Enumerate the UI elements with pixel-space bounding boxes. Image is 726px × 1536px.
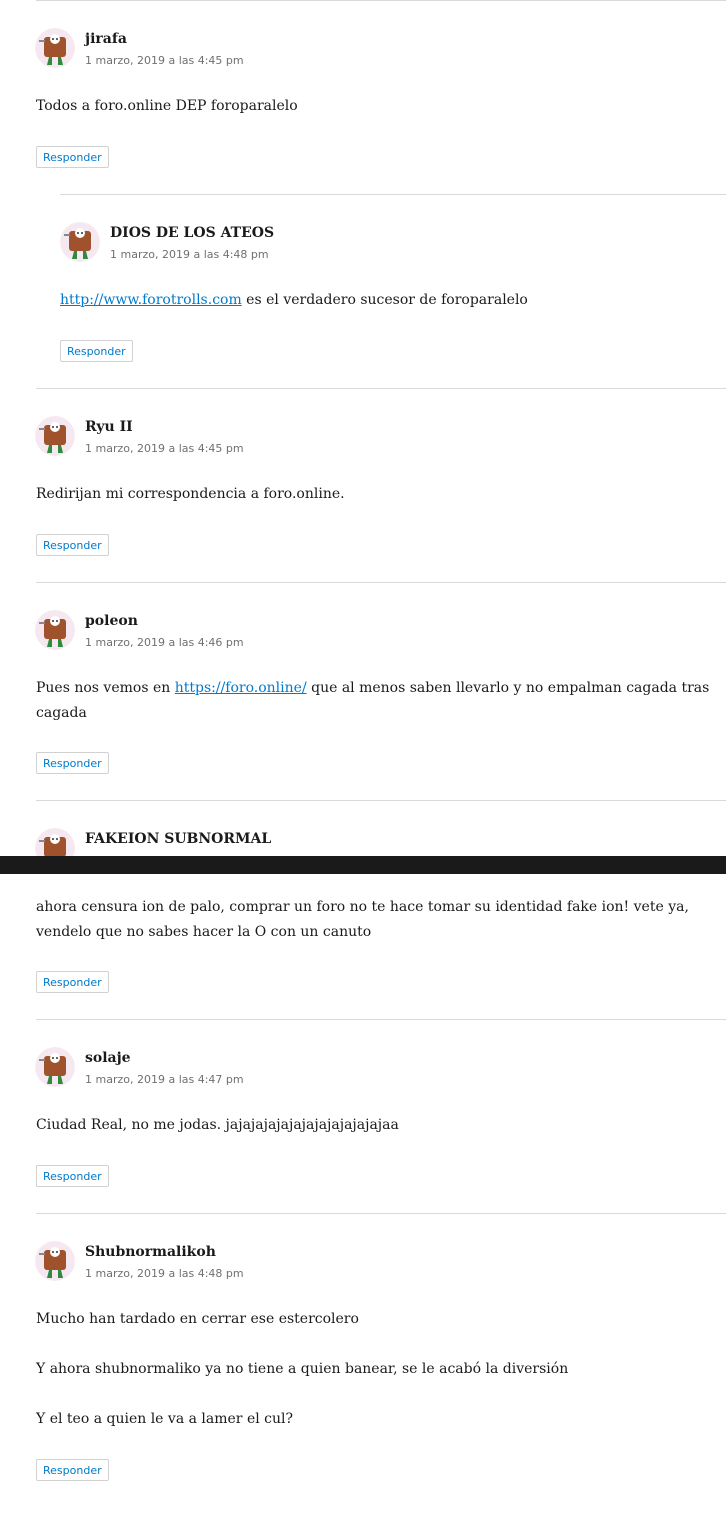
comment-text: http://www.forotrolls.com es el verdader…	[60, 288, 528, 313]
comment-author[interactable]: jirafa	[85, 30, 127, 48]
comment-date[interactable]: 1 marzo, 2019 a las 4:45 pm	[85, 54, 244, 68]
comment-divider	[36, 582, 726, 583]
comment-divider	[36, 800, 726, 801]
monster-avatar-icon[interactable]	[35, 1047, 75, 1087]
comment-text-after-link: es el verdadero sucesor de foroparalelo	[241, 292, 528, 308]
comment-author[interactable]: Shubnormalikoh	[85, 1243, 216, 1261]
comment-divider	[36, 0, 726, 1]
monster-avatar-icon[interactable]	[35, 1241, 75, 1281]
reply-button[interactable]: Responder	[36, 752, 109, 774]
comment-author[interactable]: Ryu II	[85, 418, 133, 436]
monster-avatar-icon[interactable]	[60, 222, 100, 262]
comment-divider	[36, 1019, 726, 1020]
comment-text: Redirijan mi correspondencia a foro.onli…	[36, 486, 345, 502]
comment-author[interactable]: DIOS DE LOS ATEOS	[110, 224, 274, 242]
comment-text: Y el teo a quien le va a lamer el cul?	[36, 1411, 293, 1427]
comment-text: Todos a foro.online DEP foroparalelo	[36, 98, 298, 114]
comment-author[interactable]: FAKEION SUBNORMAL	[85, 830, 271, 848]
reply-button[interactable]: Responder	[60, 340, 133, 362]
comment-date[interactable]: 1 marzo, 2019 a las 4:46 pm	[85, 636, 244, 650]
comment-link[interactable]: http://www.forotrolls.com	[60, 292, 242, 308]
comment-text: Y ahora shubnormaliko ya no tiene a quie…	[36, 1361, 569, 1377]
comment-text: Mucho han tardado en cerrar ese estercol…	[36, 1311, 359, 1327]
reply-button[interactable]: Responder	[36, 146, 109, 168]
monster-avatar-icon[interactable]	[35, 28, 75, 68]
comment-text: ahora censura ion de palo, comprar un fo…	[36, 899, 689, 915]
comment-author[interactable]: poleon	[85, 612, 138, 630]
screenshot-seam	[0, 856, 726, 874]
comment-date[interactable]: 1 marzo, 2019 a las 4:47 pm	[85, 1073, 244, 1087]
reply-button[interactable]: Responder	[36, 1165, 109, 1187]
comment-divider	[60, 194, 726, 195]
comment-text: Pues nos vemos en https://foro.online/ q…	[36, 676, 709, 701]
comment-text-after-link: que al menos saben llevarlo y no empalma…	[306, 680, 710, 696]
comment-date[interactable]: 1 marzo, 2019 a las 4:48 pm	[85, 1267, 244, 1281]
comment-divider	[36, 388, 726, 389]
comment-date[interactable]: 1 marzo, 2019 a las 4:45 pm	[85, 442, 244, 456]
comment-text-before-link: Pues nos vemos en	[36, 680, 175, 696]
comment-text: cagada	[36, 705, 87, 721]
comment-author[interactable]: solaje	[85, 1049, 131, 1067]
reply-button[interactable]: Responder	[36, 971, 109, 993]
comment-divider	[36, 1213, 726, 1214]
comment-link[interactable]: https://foro.online/	[175, 680, 307, 696]
reply-button[interactable]: Responder	[36, 1459, 109, 1481]
monster-avatar-icon[interactable]	[35, 610, 75, 650]
monster-avatar-icon[interactable]	[35, 416, 75, 456]
comment-date[interactable]: 1 marzo, 2019 a las 4:48 pm	[110, 248, 269, 262]
comment-text: vendelo que no sabes hacer la O con un c…	[36, 924, 372, 940]
comment-text: Ciudad Real, no me jodas. jajajajajajaja…	[36, 1117, 399, 1133]
reply-button[interactable]: Responder	[36, 534, 109, 556]
